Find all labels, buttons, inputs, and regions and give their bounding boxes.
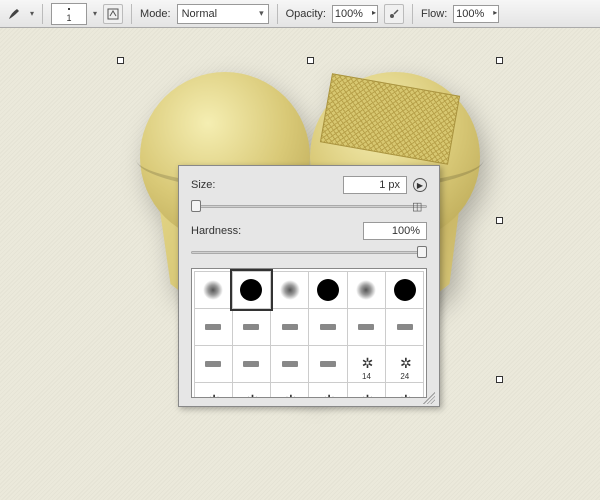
- transform-handle[interactable]: [496, 217, 503, 224]
- brush-thumbnail-icon: [203, 280, 223, 300]
- divider: [131, 4, 132, 24]
- brush-thumbnail-icon: ✲: [247, 392, 257, 398]
- brush-thumbnail-icon: ✲: [208, 392, 218, 398]
- brush-tool-icon[interactable]: [4, 4, 24, 24]
- hardness-value: 100%: [392, 225, 420, 237]
- brush-thumbnail-icon: [320, 324, 336, 330]
- brush-preset-item[interactable]: ✲14: [347, 345, 386, 383]
- brush-thumbnail-icon: [282, 324, 298, 330]
- transform-handle[interactable]: [496, 57, 503, 64]
- brush-thumbnail-icon: [320, 361, 336, 367]
- divider: [412, 4, 413, 24]
- brush-preset-item[interactable]: ✲39: [232, 382, 271, 399]
- brush-preset-item[interactable]: ✲46: [270, 382, 309, 399]
- brush-panel-toggle-button[interactable]: [103, 4, 123, 24]
- hardness-slider[interactable]: [191, 244, 427, 260]
- divider: [42, 4, 43, 24]
- mode-value: Normal: [182, 8, 217, 20]
- brush-thumbnail-icon: ✲: [323, 392, 333, 398]
- brush-thumbnail-icon: [394, 279, 416, 301]
- brush-preset-item[interactable]: [308, 308, 347, 346]
- brush-thumbnail-icon: ✲: [400, 355, 410, 372]
- size-value: 1 px: [379, 179, 400, 191]
- flow-value: 100%: [456, 8, 484, 20]
- mode-select[interactable]: Normal ▾: [177, 4, 269, 24]
- brush-size-label: 14: [362, 372, 371, 381]
- flyout-menu-button[interactable]: ▶: [413, 178, 427, 192]
- brush-thumbnail-icon: [356, 280, 376, 300]
- brush-preset-list[interactable]: ✲14✲24✲27✲39✲46✲59✲11✲17: [191, 268, 427, 398]
- transform-handle[interactable]: [117, 57, 124, 64]
- brush-thumbnail-icon: [317, 279, 339, 301]
- brush-thumbnail-icon: [205, 324, 221, 330]
- divider: [277, 4, 278, 24]
- brush-preset-preview[interactable]: 1: [51, 3, 87, 25]
- flyout-arrow-icon[interactable]: ▸: [372, 8, 376, 17]
- transform-handle[interactable]: [307, 57, 314, 64]
- hardness-input[interactable]: 100%: [363, 222, 427, 240]
- brush-preset-item[interactable]: [308, 345, 347, 383]
- brush-thumbnail-icon: [280, 280, 300, 300]
- brush-thumbnail-icon: [243, 361, 259, 367]
- brush-preset-item[interactable]: ✲17: [385, 382, 424, 399]
- transform-handle[interactable]: [496, 376, 503, 383]
- tool-preset-chevron-icon[interactable]: ▾: [30, 9, 34, 18]
- brush-thumbnail-icon: [243, 324, 259, 330]
- brush-preset-item[interactable]: [194, 271, 233, 309]
- tablet-pressure-opacity-button[interactable]: [384, 4, 404, 24]
- brush-preset-item[interactable]: ✲27: [194, 382, 233, 399]
- mode-label: Mode:: [140, 8, 171, 20]
- brush-preset-panel: Size: 1 px ▶ ◫ Hardness: 100% ✲14✲24✲27✲…: [178, 165, 440, 407]
- brush-thumbnail-icon: [397, 324, 413, 330]
- brush-thumbnail-icon: [205, 361, 221, 367]
- size-label: Size:: [191, 179, 215, 191]
- brush-thumbnail-icon: [358, 324, 374, 330]
- brush-preset-item[interactable]: ✲59: [308, 382, 347, 399]
- hardness-label: Hardness:: [191, 225, 241, 237]
- opacity-input[interactable]: 100% ▸: [332, 5, 378, 23]
- brush-preset-item[interactable]: [194, 308, 233, 346]
- brush-preset-item[interactable]: ✲24: [385, 345, 424, 383]
- brush-preset-item[interactable]: [308, 271, 347, 309]
- resize-gripper-icon[interactable]: [423, 392, 435, 404]
- opacity-value: 100%: [335, 8, 363, 20]
- size-input[interactable]: 1 px: [343, 176, 407, 194]
- brush-thumbnail-icon: [240, 279, 262, 301]
- brush-preset-item[interactable]: [347, 271, 386, 309]
- brush-preset-item[interactable]: [232, 271, 271, 309]
- brush-preset-item[interactable]: [232, 308, 271, 346]
- brush-preset-chevron-icon[interactable]: ▾: [93, 9, 97, 18]
- flyout-arrow-icon[interactable]: ▸: [493, 8, 497, 17]
- brush-preset-item[interactable]: [270, 345, 309, 383]
- flow-input[interactable]: 100% ▸: [453, 5, 499, 23]
- brush-preset-item[interactable]: [194, 345, 233, 383]
- size-slider[interactable]: ◫: [191, 198, 427, 214]
- new-preset-icon[interactable]: ◫: [412, 200, 424, 212]
- brush-thumbnail-icon: ✲: [400, 392, 410, 398]
- brush-preset-item[interactable]: [385, 308, 424, 346]
- brush-preset-item[interactable]: [232, 345, 271, 383]
- brush-thumbnail-icon: [282, 361, 298, 367]
- flow-label: Flow:: [421, 8, 447, 20]
- brush-preset-item[interactable]: [270, 308, 309, 346]
- chevron-down-icon: ▾: [259, 8, 264, 19]
- options-bar: ▾ 1 ▾ Mode: Normal ▾ Opacity: 100% ▸ Flo…: [0, 0, 600, 28]
- brush-thumbnail-icon: ✲: [362, 392, 372, 398]
- brush-preset-item[interactable]: [270, 271, 309, 309]
- brush-preset-size: 1: [67, 13, 72, 23]
- opacity-label: Opacity:: [286, 8, 326, 20]
- brush-thumbnail-icon: ✲: [285, 392, 295, 398]
- brush-preset-item[interactable]: [385, 271, 424, 309]
- brush-preset-item[interactable]: ✲11: [347, 382, 386, 399]
- brush-thumbnail-icon: ✲: [362, 355, 372, 372]
- brush-preset-item[interactable]: [347, 308, 386, 346]
- brush-size-label: 24: [400, 372, 409, 381]
